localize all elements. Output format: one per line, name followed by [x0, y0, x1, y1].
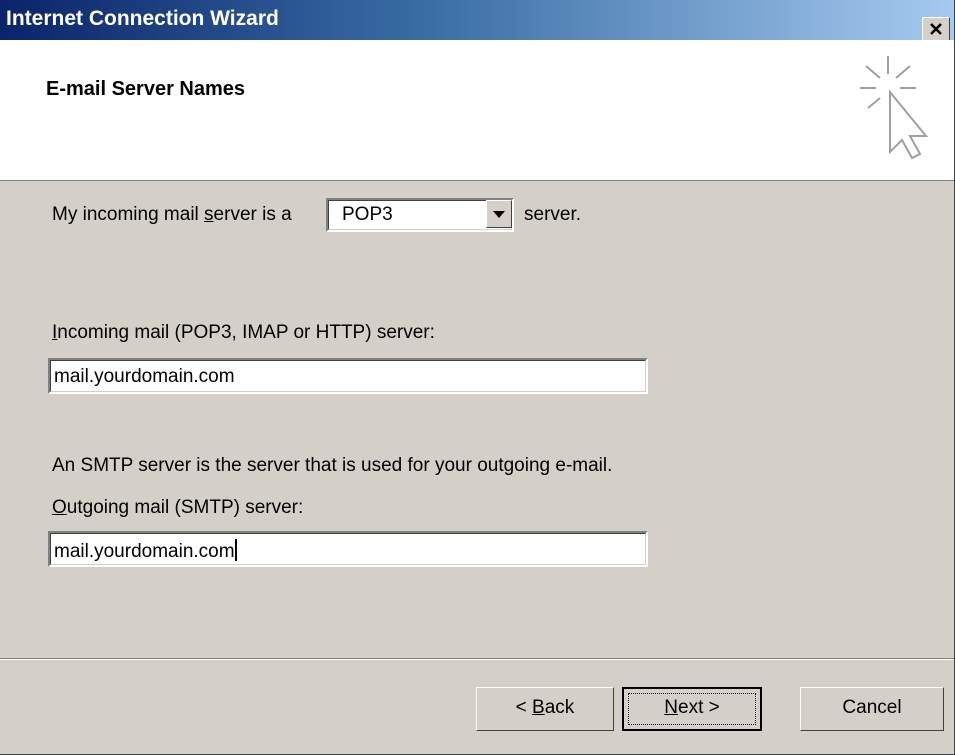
title-bar[interactable]: Internet Connection Wizard: [0, 0, 954, 41]
close-icon: [930, 23, 942, 35]
wizard-cursor-icon: [860, 56, 929, 160]
outgoing-server-value: mail.yourdomain.com: [54, 541, 235, 562]
chevron-down-icon: [493, 211, 505, 218]
wizard-window: Internet Connection Wizard E-mail Server…: [0, 0, 955, 755]
incoming-type-select[interactable]: POP3: [326, 198, 514, 232]
incoming-server-input[interactable]: mail.yourdomain.com: [48, 358, 648, 394]
next-button[interactable]: Next >: [622, 687, 762, 731]
incoming-server-label: Incoming mail (POP3, IMAP or HTTP) serve…: [52, 322, 435, 343]
back-button[interactable]: < Back: [476, 687, 614, 731]
page-title: E-mail Server Names: [46, 78, 246, 100]
close-button[interactable]: [922, 17, 950, 41]
outgoing-server-input[interactable]: mail.yourdomain.com: [48, 531, 648, 567]
incoming-server-value: mail.yourdomain.com: [54, 366, 235, 387]
cancel-button[interactable]: Cancel: [800, 687, 944, 731]
wizard-header: E-mail Server Names: [0, 40, 954, 181]
smtp-description: An SMTP server is the server that is use…: [52, 455, 613, 476]
window-title: Internet Connection Wizard: [6, 7, 279, 30]
button-separator: [0, 658, 954, 660]
outgoing-server-label: Outgoing mail (SMTP) server:: [52, 497, 304, 518]
dropdown-button[interactable]: [486, 200, 512, 228]
server-suffix-label: server.: [524, 204, 582, 225]
incoming-type-label: My incoming mail server is a: [52, 204, 292, 225]
incoming-type-value: POP3: [342, 204, 393, 225]
